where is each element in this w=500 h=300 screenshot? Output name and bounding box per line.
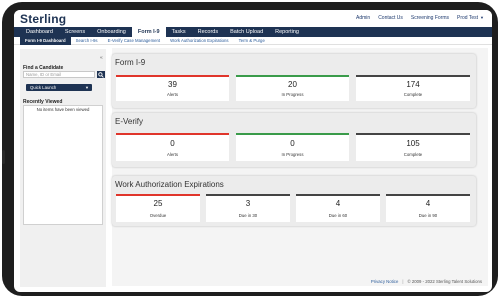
tab-everify-case-management[interactable]: E-Verify Case Management bbox=[103, 37, 166, 45]
card-label: Overdue bbox=[149, 213, 167, 218]
user-menu[interactable]: Prod Test ▼ bbox=[457, 15, 484, 21]
card-value: 0 bbox=[170, 139, 175, 148]
top-links: Admin Contact Us Screening Forms Prod Te… bbox=[356, 15, 484, 21]
screening-forms-link[interactable]: Screening Forms bbox=[411, 15, 449, 21]
card-value: 105 bbox=[406, 139, 420, 148]
work-auth-title: Work Authorization Expirations bbox=[115, 180, 224, 189]
nav-dashboard[interactable]: Dashboard bbox=[20, 27, 59, 37]
chevron-down-icon: ▼ bbox=[85, 85, 89, 90]
search-button[interactable] bbox=[97, 71, 105, 78]
dashboard-main: Form I-9 39 Alerts 20 In Progress 174 Co… bbox=[112, 48, 488, 286]
form-i9-in-progress-card[interactable]: 20 In Progress bbox=[236, 75, 349, 101]
user-name: Prod Test bbox=[457, 15, 479, 21]
recently-viewed-empty: No items have been viewed bbox=[36, 107, 90, 112]
card-label: In Progress bbox=[281, 152, 304, 157]
form-i9-alerts-card[interactable]: 39 Alerts bbox=[116, 75, 229, 101]
nav-onboarding[interactable]: Onboarding bbox=[91, 27, 132, 37]
card-value: 174 bbox=[406, 80, 420, 89]
tab-form-i9-dashboard[interactable]: Form I-9 Dashboard bbox=[20, 36, 71, 45]
form-i9-section: Form I-9 39 Alerts 20 In Progress 174 Co… bbox=[112, 54, 476, 108]
work-auth-section: Work Authorization Expirations 25 Overdu… bbox=[112, 176, 476, 226]
privacy-notice-link[interactable]: Privacy Notice bbox=[371, 279, 398, 284]
card-value: 20 bbox=[288, 80, 297, 89]
nav-batch-upload[interactable]: Batch Upload bbox=[224, 27, 269, 37]
form-i9-title: Form I-9 bbox=[115, 58, 146, 67]
tab-search-i9s[interactable]: Search I-9s bbox=[71, 37, 103, 45]
card-label: Complete bbox=[403, 92, 423, 97]
tablet-frame: Sterling Admin Contact Us Screening Form… bbox=[2, 2, 498, 296]
everify-section: E-Verify 0 Alerts 0 In Progress 105 Comp… bbox=[112, 113, 476, 167]
chevron-down-icon: ▼ bbox=[480, 15, 484, 20]
everify-in-progress-card[interactable]: 0 In Progress bbox=[236, 133, 349, 161]
card-value: 39 bbox=[168, 80, 177, 89]
card-label: Alerts bbox=[167, 152, 178, 157]
everify-alerts-card[interactable]: 0 Alerts bbox=[116, 133, 229, 161]
work-auth-due-90-card[interactable]: 4 Due in 90 bbox=[386, 194, 470, 222]
sub-nav: Form I-9 Dashboard Search I-9s E-Verify … bbox=[14, 36, 492, 45]
tablet-side-button bbox=[2, 150, 5, 164]
tab-term-purge[interactable]: Term & Purge bbox=[234, 37, 270, 45]
left-panel: « Find a Candidate Name, ID or Email Qui… bbox=[20, 49, 106, 287]
search-icon bbox=[98, 71, 104, 78]
admin-link[interactable]: Admin bbox=[356, 15, 370, 21]
form-i9-complete-card[interactable]: 174 Complete bbox=[356, 75, 470, 101]
nav-form-i9[interactable]: Form I-9 bbox=[131, 27, 166, 37]
card-value: 25 bbox=[153, 199, 163, 208]
sterling-logo[interactable]: Sterling bbox=[20, 12, 66, 26]
card-value: 3 bbox=[245, 199, 251, 208]
card-value: 4 bbox=[335, 199, 341, 208]
card-value: 0 bbox=[290, 139, 295, 148]
card-label: Due in 60 bbox=[328, 213, 348, 218]
nav-records[interactable]: Records bbox=[192, 27, 224, 37]
footer: Privacy Notice | © 2009 - 2022 Sterling … bbox=[371, 279, 482, 284]
tab-work-authorization-expirations[interactable]: Work Authorization Expirations bbox=[165, 37, 233, 45]
copyright-text: © 2009 - 2022 Sterling Talent Solutions bbox=[407, 279, 482, 284]
quick-launch-label: Quick Launch bbox=[30, 85, 57, 90]
work-auth-overdue-card[interactable]: 25 Overdue bbox=[116, 194, 200, 222]
top-bar: Sterling Admin Contact Us Screening Form… bbox=[14, 10, 492, 27]
card-label: Complete bbox=[403, 152, 423, 157]
card-label: Due in 30 bbox=[238, 213, 258, 218]
card-label: Alerts bbox=[167, 92, 178, 97]
collapse-panel-icon[interactable]: « bbox=[100, 55, 103, 61]
recently-viewed-list: No items have been viewed bbox=[23, 105, 103, 225]
contact-us-link[interactable]: Contact Us bbox=[378, 15, 403, 21]
everify-complete-card[interactable]: 105 Complete bbox=[356, 133, 470, 161]
nav-tasks[interactable]: Tasks bbox=[166, 27, 192, 37]
nav-screens[interactable]: Screens bbox=[59, 27, 91, 37]
work-auth-due-30-card[interactable]: 3 Due in 30 bbox=[206, 194, 290, 222]
candidate-search-input[interactable]: Name, ID or Email bbox=[23, 71, 95, 78]
nav-reporting[interactable]: Reporting bbox=[269, 27, 305, 37]
everify-title: E-Verify bbox=[115, 117, 144, 126]
screen: Sterling Admin Contact Us Screening Form… bbox=[14, 10, 492, 292]
footer-separator: | bbox=[402, 279, 404, 284]
card-label: In Progress bbox=[281, 92, 304, 97]
card-label: Due in 90 bbox=[418, 213, 438, 218]
work-auth-due-60-card[interactable]: 4 Due in 60 bbox=[296, 194, 380, 222]
card-value: 4 bbox=[425, 199, 431, 208]
quick-launch-dropdown[interactable]: Quick Launch ▼ bbox=[26, 84, 92, 91]
main-nav: Dashboard Screens Onboarding Form I-9 Ta… bbox=[14, 27, 492, 37]
